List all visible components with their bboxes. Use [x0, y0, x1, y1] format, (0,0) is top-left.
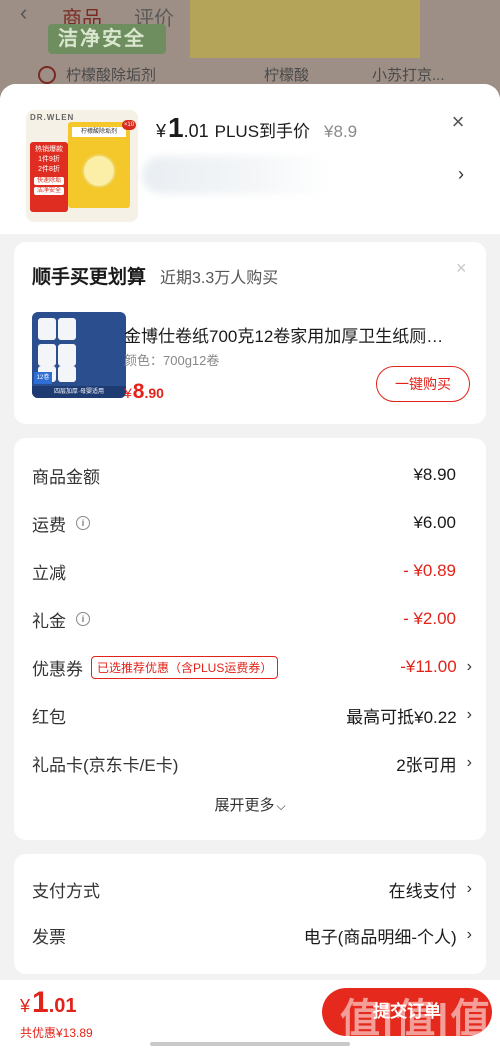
brand-logo: DR.WLEN: [30, 113, 75, 122]
bg-subtab-2: 柠檬酸: [264, 67, 310, 84]
bg-subtab-1: 柠檬酸除垢剂: [66, 67, 157, 84]
payment-method-row[interactable]: 支付方式 在线支付 ›: [32, 874, 472, 904]
fee-row-subtotal: 商品金额 ¥8.90: [32, 465, 456, 487]
count-badge: ×10: [122, 120, 136, 130]
fee-row-gift-money: 礼金 i - ¥2.00: [32, 609, 456, 631]
coupon-selected-badge: 已选推荐优惠（含PLUS运费券）: [91, 655, 279, 679]
plus-price-label: PLUS到手价: [214, 122, 311, 141]
chevron-right-icon: ›: [466, 658, 472, 675]
blurred-spec: [142, 156, 332, 194]
watermark-url: zhizhizhi.com: [348, 1036, 426, 1050]
bg-banner: 洁净安全: [48, 24, 166, 54]
bg-subtab-3: 小苏打京...: [372, 67, 445, 84]
chevron-right-icon: ›: [466, 754, 472, 771]
addon-product-image[interactable]: 12卷 四层加厚·母婴适用: [32, 312, 126, 398]
promo-badge: 热销爆款 1件9折 2件8折 快速除垢 洁净安全: [30, 142, 68, 212]
chevron-down-icon: ⌵: [276, 799, 286, 813]
product-header: DR.WLEN 热销爆款 1件9折 2件8折 快速除垢 洁净安全 柠檬酸除垢剂 …: [0, 84, 500, 234]
lemon-icon: [82, 154, 116, 188]
chevron-right-icon: ›: [466, 926, 472, 943]
original-price: ¥8.9: [324, 122, 358, 141]
chevron-right-icon: ›: [466, 706, 472, 723]
addon-product-name[interactable]: 金博仕卷纸700克12卷家用加厚卫生纸厕…: [124, 322, 470, 347]
total-price: ¥ 1 .01: [20, 986, 77, 1019]
price-integer: 1: [168, 112, 184, 143]
one-click-buy-button[interactable]: 一键购买: [376, 366, 470, 402]
close-icon[interactable]: ×: [456, 258, 467, 279]
product-thumbnail[interactable]: DR.WLEN 热销爆款 1件9折 2件8折 快速除垢 洁净安全 柠檬酸除垢剂 …: [26, 110, 138, 222]
product-pack-image: 柠檬酸除垢剂: [68, 122, 130, 208]
close-icon[interactable]: ×: [448, 111, 468, 133]
addon-spec: 颜色：700g12卷: [124, 353, 220, 368]
price-decimal: .01: [183, 121, 209, 141]
price-line: ¥ 1 .01 PLUS到手价 ¥8.9: [156, 112, 358, 143]
total-savings: 共优惠¥13.89: [20, 1026, 93, 1040]
chevron-right-icon[interactable]: ›: [458, 164, 464, 185]
addon-subtitle: 近期3.3万人购买: [160, 270, 279, 287]
expand-more-button[interactable]: 展开更多 ⌵: [14, 794, 486, 815]
checkout-sheet: DR.WLEN 热销爆款 1件9折 2件8折 快速除垢 洁净安全 柠檬酸除垢剂 …: [0, 84, 500, 1050]
addon-price: ¥ 8 .90: [124, 380, 164, 403]
chevron-right-icon: ›: [466, 880, 472, 897]
fee-row-shipping: 运费 i ¥6.00: [32, 513, 456, 535]
addon-card: 顺手买更划算 近期3.3万人购买 × 12卷 四层加厚·母婴适用 金博仕卷纸70…: [14, 242, 486, 424]
info-icon[interactable]: i: [76, 612, 90, 626]
invoice-row[interactable]: 发票 电子(商品明细-个人) ›: [32, 920, 472, 950]
fee-row-coupon[interactable]: 优惠券 已选推荐优惠（含PLUS运费券） -¥11.00 ›: [32, 652, 472, 682]
bg-circle-icon: [38, 66, 56, 84]
home-indicator[interactable]: [150, 1042, 350, 1046]
fees-card: 商品金额 ¥8.90 运费 i ¥6.00 立减 - ¥0.89 礼金 i - ¥2…: [14, 438, 486, 840]
addon-title: 顺手买更划算: [32, 267, 147, 288]
bottom-bar: ¥ 1 .01 共优惠¥13.89 提交订单 值|值|值 zhizhizhi.c…: [0, 980, 500, 1050]
image-tagline: 四层加厚·母婴适用: [32, 386, 126, 398]
payment-card: 支付方式 在线支付 › 发票 电子(商品明细-个人) ›: [14, 854, 486, 974]
fee-row-gift-card[interactable]: 礼品卡(京东卡/E卡) 2张可用 ›: [32, 748, 472, 778]
fee-row-discount: 立减 - ¥0.89: [32, 561, 456, 583]
info-icon[interactable]: i: [76, 516, 90, 530]
roll-count-ribbon: 12卷: [34, 372, 52, 384]
fee-row-red-packet[interactable]: 红包 最高可抵¥0.22 ›: [32, 700, 472, 730]
bg-product-image: [190, 0, 420, 58]
back-arrow-icon: ‹: [20, 0, 28, 25]
